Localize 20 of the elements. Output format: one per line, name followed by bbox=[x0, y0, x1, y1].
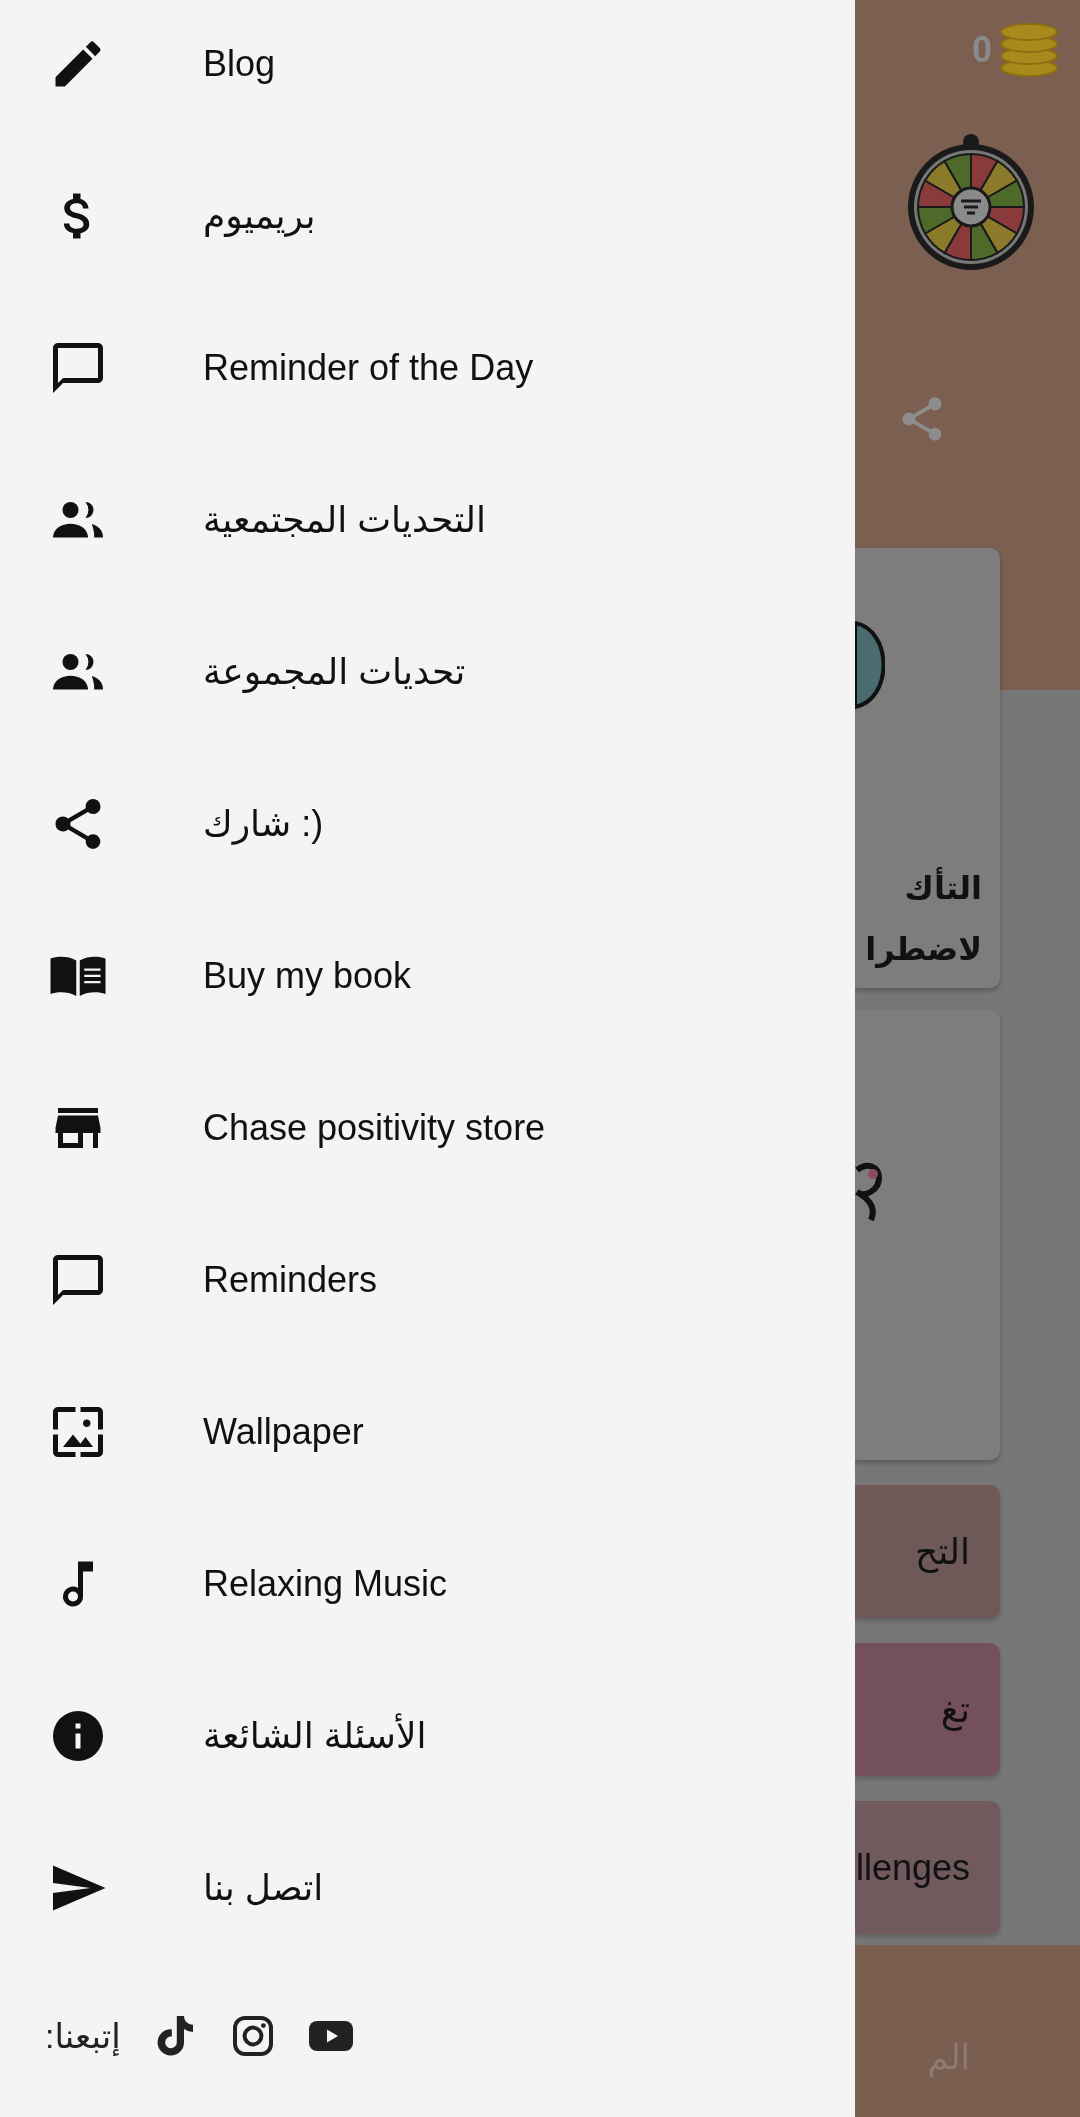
drawer-item[interactable]: الأسئلة الشائعة bbox=[0, 1660, 855, 1812]
drawer-item[interactable]: بريميوم bbox=[0, 140, 855, 292]
drawer-item[interactable]: اتصل بنا bbox=[0, 1812, 855, 1955]
drawer-item[interactable]: تحديات المجموعة bbox=[0, 596, 855, 748]
follow-us-label: إتبعنا: bbox=[45, 2015, 121, 2058]
card-text: التأك bbox=[904, 858, 982, 920]
drawer-item[interactable]: Blog bbox=[0, 0, 855, 140]
card-text: لاضطرا bbox=[865, 930, 982, 970]
drawer-item[interactable]: Reminders bbox=[0, 1204, 855, 1356]
coins-icon bbox=[998, 22, 1060, 78]
drawer-item[interactable]: Chase positivity store bbox=[0, 1052, 855, 1204]
drawer-item[interactable]: Reminder of the Day bbox=[0, 292, 855, 444]
coin-count: 0 bbox=[971, 28, 992, 72]
illustration-icon bbox=[855, 620, 885, 710]
drawer-item[interactable]: التحديات المجتمعية bbox=[0, 444, 855, 596]
drawer-item[interactable]: Buy my book bbox=[0, 900, 855, 1052]
content-card[interactable]: التأك لاضطرا bbox=[855, 548, 1000, 988]
drawer-item[interactable]: Wallpaper bbox=[0, 1356, 855, 1508]
drawer-item[interactable]: Relaxing Music bbox=[0, 1508, 855, 1660]
drawer-item[interactable]: شارك :) bbox=[0, 748, 855, 900]
